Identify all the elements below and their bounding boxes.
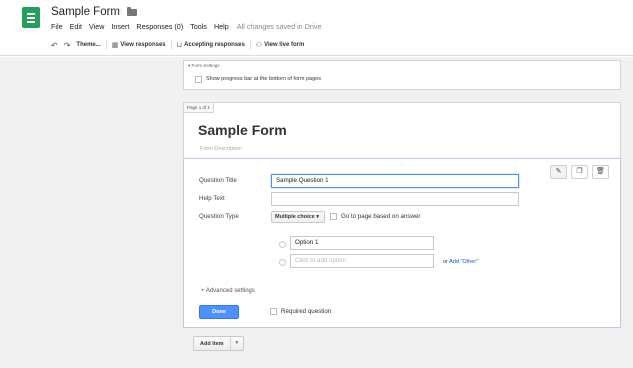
- menu-tools[interactable]: Tools: [190, 22, 207, 34]
- toolbar-divider: [249, 40, 251, 50]
- add-other-link[interactable]: Add "Other": [449, 259, 478, 265]
- form-settings-card: ▾ Form Settings Show progress bar at the…: [183, 60, 621, 90]
- spreadsheet-icon: ▦: [111, 42, 119, 49]
- required-checkbox[interactable]: [270, 308, 277, 315]
- accepting-responses-button[interactable]: ⊔ Accepting responses: [177, 41, 245, 49]
- copy-icon: ❐: [576, 168, 583, 175]
- duplicate-question-button[interactable]: ❐: [571, 165, 588, 179]
- page-indicator: Page 1 of 1: [184, 103, 215, 113]
- undo-icon[interactable]: ↶: [51, 41, 58, 50]
- or-label: or: [443, 259, 448, 265]
- menu-responses[interactable]: Responses (0): [136, 22, 183, 34]
- progress-bar-checkbox[interactable]: [195, 76, 202, 83]
- menu-view[interactable]: View: [89, 22, 104, 34]
- form-settings-toggle[interactable]: ▾ Form Settings: [188, 63, 220, 69]
- help-text-input[interactable]: [271, 192, 519, 206]
- app-header: Sample Form ☆ File Edit View Insert Resp…: [0, 0, 633, 56]
- redo-icon[interactable]: ↷: [64, 41, 71, 50]
- required-label: Required question: [281, 308, 332, 315]
- form-title[interactable]: Sample Form: [198, 122, 287, 138]
- live-form-icon: ⚇: [255, 42, 263, 49]
- done-button[interactable]: Done: [199, 305, 239, 319]
- add-option-input[interactable]: Click to add option: [290, 254, 434, 268]
- chevron-down-icon: ▾: [316, 214, 320, 220]
- question-title-input[interactable]: Sample Question 1: [271, 174, 519, 188]
- toolbar-divider: [170, 40, 172, 50]
- question-type-select[interactable]: Multiple choice ▾: [271, 211, 325, 223]
- view-responses-label: View responses: [120, 42, 166, 48]
- save-status: All changes saved in Drive: [236, 22, 322, 31]
- toolbar-divider: [105, 40, 107, 50]
- live-form-label: View live form: [264, 42, 305, 48]
- question-type-label: Question Type: [199, 213, 239, 220]
- inbox-icon: ⊔: [176, 42, 183, 49]
- question-editor-card: :::: ✎ ❐ 🗑 Question Title Sample Questio…: [183, 158, 621, 328]
- drag-handle-icon[interactable]: ::::: [398, 162, 406, 168]
- form-description[interactable]: Form Description: [200, 146, 242, 152]
- add-item-label: Add item: [200, 340, 224, 347]
- help-text-label: Help Text: [199, 195, 225, 202]
- document-title[interactable]: Sample Form: [51, 6, 120, 18]
- edit-question-button[interactable]: ✎: [550, 165, 567, 179]
- view-responses-button[interactable]: ▦ View responses: [112, 41, 166, 49]
- progress-bar-label: Show progress bar at the bottom of form …: [206, 76, 321, 82]
- theme-label: Theme...: [76, 42, 101, 48]
- folder-icon[interactable]: [127, 7, 137, 16]
- go-to-page-label: Go to page based on answer: [341, 213, 421, 220]
- go-to-page-checkbox[interactable]: [330, 213, 337, 220]
- toolbar: ↶ ↷ Theme... ▦ View responses ⊔ Accepting …: [51, 39, 304, 51]
- advanced-settings-toggle[interactable]: + Advanced settings: [201, 288, 255, 294]
- question-title-label: Question Title: [199, 177, 237, 184]
- trash-icon: 🗑: [596, 168, 605, 175]
- option-radio: [279, 241, 286, 248]
- accepting-label: Accepting responses: [184, 42, 245, 48]
- page-header-card: Page 1 of 1 Sample Form Form Description: [183, 102, 621, 162]
- option-1-input[interactable]: Option 1: [290, 236, 434, 250]
- star-icon[interactable]: ☆: [114, 6, 123, 17]
- question-type-value: Multiple choice: [275, 214, 315, 220]
- add-option-radio: [279, 259, 286, 266]
- menu-file[interactable]: File: [51, 22, 63, 34]
- menu-edit[interactable]: Edit: [70, 22, 82, 34]
- view-live-form-button[interactable]: ⚇ View live form: [256, 41, 305, 49]
- forms-app-icon[interactable]: [22, 7, 40, 28]
- chevron-down-icon[interactable]: ▾: [229, 337, 244, 350]
- menu-bar: File Edit View Insert Responses (0) Tool…: [51, 22, 328, 34]
- theme-button[interactable]: Theme...: [76, 42, 100, 48]
- add-item-button[interactable]: Add item ▾: [193, 336, 245, 351]
- add-other-link-group: or Add "Other": [443, 259, 478, 265]
- delete-question-button[interactable]: 🗑: [592, 165, 609, 179]
- pencil-icon: ✎: [555, 168, 562, 175]
- menu-help[interactable]: Help: [214, 22, 229, 34]
- menu-insert[interactable]: Insert: [111, 22, 129, 34]
